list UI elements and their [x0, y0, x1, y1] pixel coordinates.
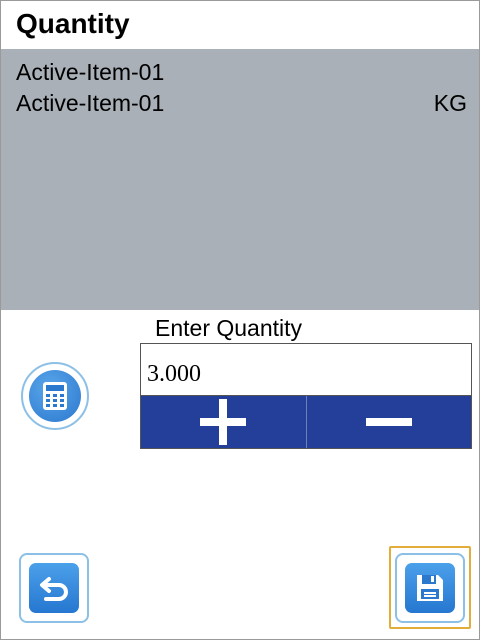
plus-icon [200, 399, 247, 445]
quantity-stepper [140, 396, 472, 449]
quantity-label: Enter Quantity [155, 315, 303, 341]
save-icon [405, 562, 455, 613]
quantity-input[interactable] [140, 343, 472, 396]
decrement-button[interactable] [305, 396, 471, 448]
save-button-frame [395, 552, 465, 623]
calculator-icon [29, 370, 81, 422]
calculator-button[interactable] [21, 362, 89, 430]
back-arrow-icon [29, 563, 79, 613]
item-name-secondary: Active-Item-01 [16, 90, 165, 116]
unit-label: KG [433, 90, 467, 116]
increment-button[interactable] [141, 396, 306, 448]
page-title: Quantity [16, 8, 130, 39]
minus-icon [365, 418, 412, 426]
item-name-primary: Active-Item-01 [16, 59, 165, 85]
quantity-screen: Quantity Active-Item-01 Active-Item-01 K… [0, 0, 480, 640]
save-button[interactable] [389, 546, 471, 629]
item-info-panel: Active-Item-01 Active-Item-01 KG [1, 49, 479, 310]
back-button[interactable] [19, 553, 89, 623]
header: Quantity [1, 1, 479, 49]
